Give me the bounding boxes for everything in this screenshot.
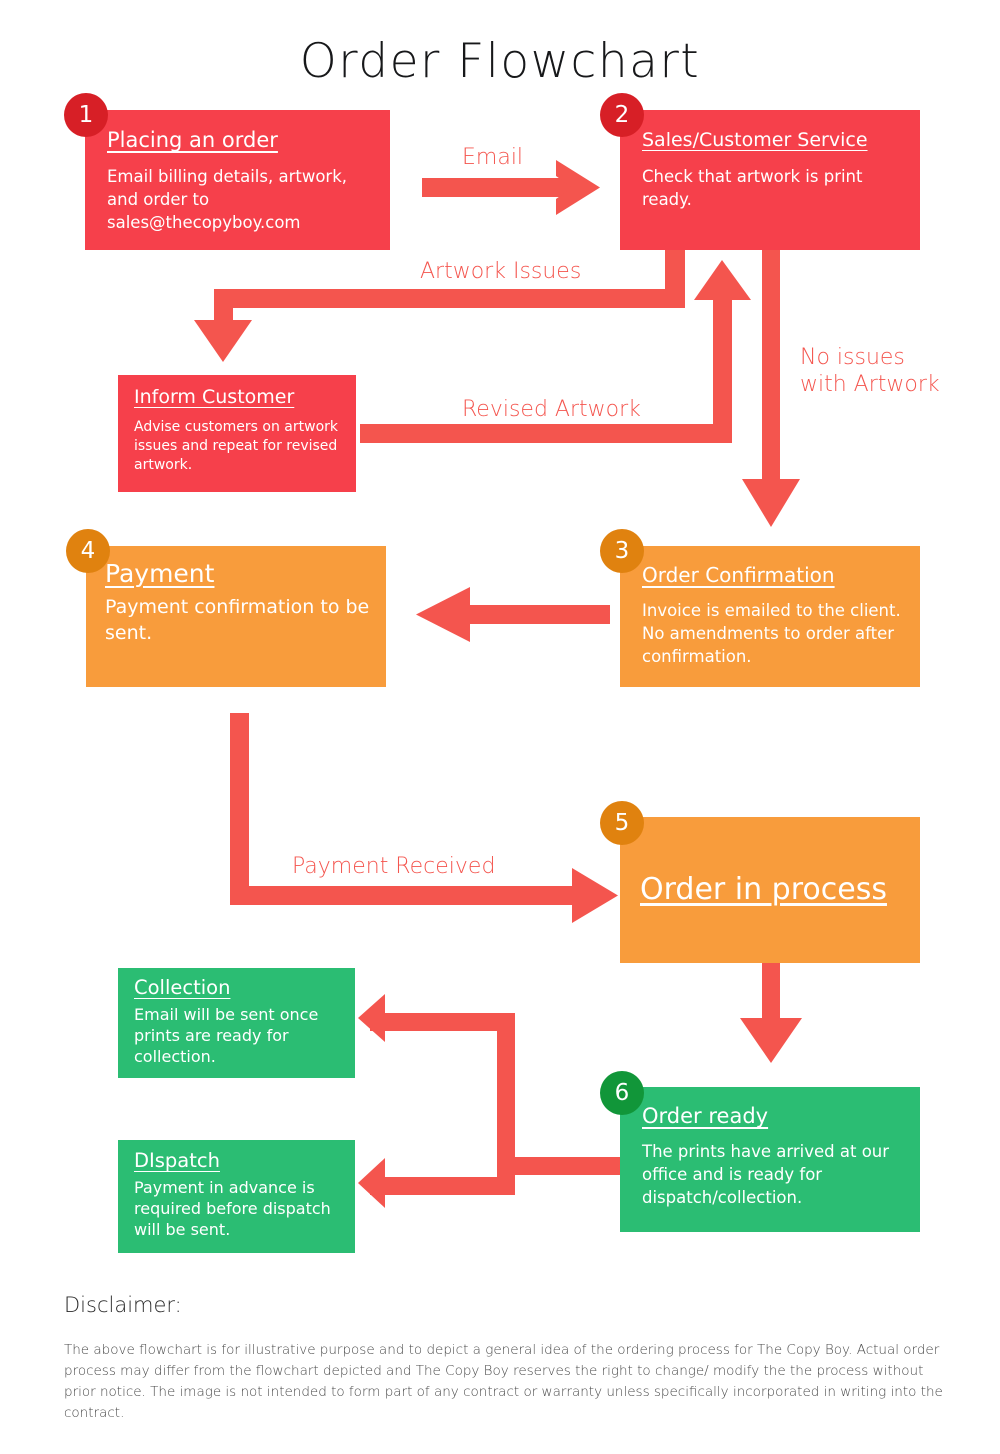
- step-badge-6: 6: [600, 1071, 644, 1115]
- step-badge-4: 4: [66, 529, 110, 573]
- arrow-confirmation-to-payment: [416, 587, 610, 642]
- connector-arrows-layer: [192, 160, 802, 1208]
- arrow-payment-received: [230, 713, 618, 923]
- arrow-ready-to-collection-dispatch: [358, 994, 620, 1208]
- arrow-no-issues: [742, 250, 800, 527]
- edge-label-revised-artwork: Revised Artwork: [462, 397, 641, 422]
- edge-label-artwork-issues: Artwork Issues: [420, 259, 582, 284]
- edge-label-no-issues: No issues with Artwork: [800, 345, 940, 397]
- arrow-process-to-ready: [740, 963, 802, 1063]
- step-badge-5: 5: [600, 801, 644, 845]
- edge-label-payment-received: Payment Received: [292, 854, 496, 879]
- flowchart-canvas: Order Flowchart Email Artwork Issues No …: [0, 0, 1000, 1454]
- edge-label-email: Email: [462, 145, 524, 170]
- step-badge-1: 1: [64, 93, 108, 137]
- step-badge-3: 3: [600, 529, 644, 573]
- step-badge-2: 2: [600, 93, 644, 137]
